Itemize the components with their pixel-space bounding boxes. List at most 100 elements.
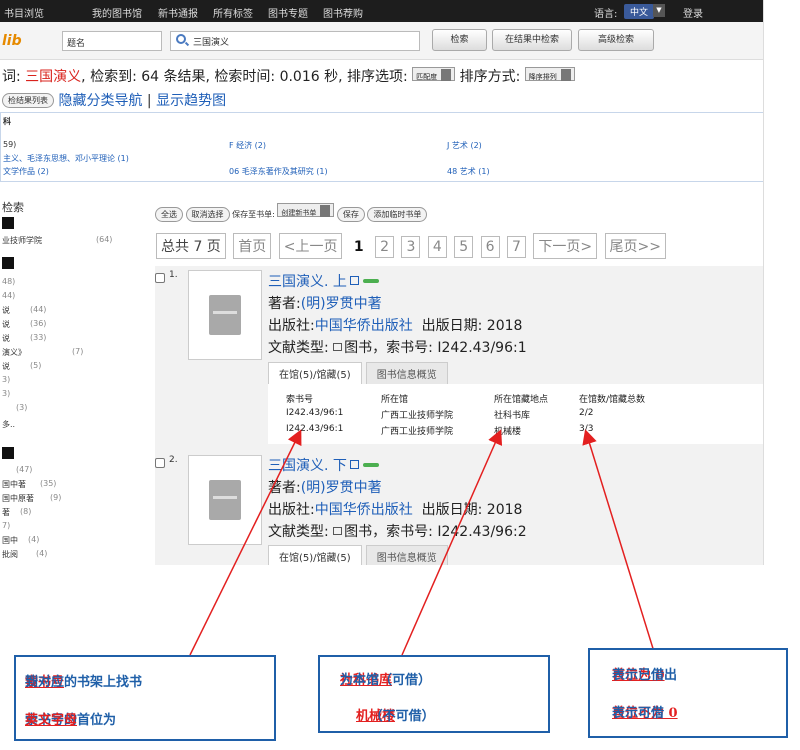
holdings-header: 索书号 bbox=[286, 395, 314, 405]
callno-label: 索书号: bbox=[386, 340, 433, 356]
facet-item[interactable]: 文学作品 (2) bbox=[3, 166, 49, 177]
holdings-cell: 2/2 bbox=[579, 408, 594, 418]
sidebar-more[interactable]: 多.. bbox=[2, 419, 15, 430]
advanced-search-button[interactable]: 高级检索 bbox=[578, 29, 654, 51]
sidebar-count: (8) bbox=[20, 507, 32, 516]
facet-title: 科 bbox=[3, 117, 11, 126]
item-tabs: 在馆(5)/馆藏(5) 图书信息概览 bbox=[268, 545, 452, 565]
sidebar-item[interactable]: 国中 bbox=[2, 535, 18, 546]
search-field-select[interactable]: 题名 bbox=[62, 31, 162, 51]
item-title[interactable]: 三国演义. 下 bbox=[268, 458, 347, 474]
sort-order-select[interactable]: 降序排列 bbox=[524, 67, 575, 81]
ann-highlight: 英文字母 bbox=[25, 713, 78, 728]
facet-item[interactable]: 主义、毛泽东思想、邓小平理论 (1) bbox=[3, 153, 129, 164]
sort-option-select[interactable]: 匹配度 bbox=[412, 67, 456, 81]
sort-order-value: 降序排列 bbox=[528, 73, 557, 81]
login-link[interactable]: 登录 bbox=[683, 5, 703, 20]
sidebar-item[interactable]: 著 bbox=[2, 507, 10, 518]
item-author[interactable]: (明)罗贯中著 bbox=[301, 296, 382, 312]
nav-new-books[interactable]: 新书通报 bbox=[158, 5, 198, 20]
item-publisher[interactable]: 中国华侨出版社 bbox=[315, 502, 413, 518]
sidebar-item[interactable]: 国中原著 bbox=[2, 493, 34, 504]
page-link[interactable]: 7 bbox=[506, 236, 526, 258]
booklist-select[interactable]: 创建新书单 bbox=[277, 203, 335, 217]
nav-my-library[interactable]: 我的图书馆 bbox=[92, 5, 142, 20]
sidebar-item[interactable]: 说 bbox=[2, 305, 10, 316]
sidebar-item[interactable]: 说 bbox=[2, 319, 10, 330]
item-callno: I242.43/96:2 bbox=[437, 524, 527, 540]
page-link[interactable]: 5 bbox=[454, 236, 474, 258]
item-checkbox[interactable] bbox=[155, 458, 165, 468]
sidebar-count: (9) bbox=[50, 493, 62, 502]
nav-tags[interactable]: 所有标签 bbox=[213, 5, 253, 20]
tab-overview[interactable]: 图书信息概览 bbox=[365, 362, 448, 385]
hide-nav-link[interactable]: 隐藏分类导航 bbox=[58, 93, 142, 109]
sidebar-item[interactable]: 3) bbox=[2, 375, 10, 384]
save-to-label: 保存至书单: bbox=[232, 210, 275, 219]
first-page-button[interactable]: 首页 bbox=[233, 233, 272, 259]
facet-item[interactable]: 48 艺术 (1) bbox=[447, 166, 490, 177]
book-icon bbox=[209, 295, 241, 335]
facet-item[interactable]: 59) bbox=[3, 140, 16, 149]
holdings-cell: I242.43/96:1 bbox=[286, 408, 344, 418]
facet-item[interactable]: J 艺术 (2) bbox=[447, 140, 482, 151]
select-all-button[interactable]: 全选 bbox=[155, 207, 183, 222]
item-checkbox[interactable] bbox=[155, 273, 165, 283]
page-link[interactable]: 4 bbox=[427, 236, 447, 258]
search-button[interactable]: 检索 bbox=[432, 29, 487, 51]
language-select[interactable]: 中文 bbox=[624, 4, 655, 19]
annotation-location: 社科书库 为本馆（可借） 机械楼 （不可借） bbox=[318, 655, 550, 733]
sidebar-item[interactable]: 演义》 bbox=[2, 347, 26, 358]
search-in-results-button[interactable]: 在结果中检索 bbox=[492, 29, 572, 51]
chevron-down-icon[interactable]: ▼ bbox=[653, 4, 665, 17]
deselect-button[interactable]: 取消选择 bbox=[185, 207, 230, 222]
next-page-button[interactable]: 下一页> bbox=[533, 233, 598, 259]
sidebar-item[interactable]: 44) bbox=[2, 291, 15, 300]
pagination: 总共 7 页 首页 <上一页 1 2 3 4 5 6 7 下一页> 尾页>> bbox=[156, 233, 669, 259]
date-label: 出版日期: bbox=[421, 318, 483, 334]
result-list-button[interactable]: 检结果列表 bbox=[2, 93, 54, 108]
sidebar-item[interactable]: 7) bbox=[2, 521, 10, 530]
sidebar-item[interactable]: 说 bbox=[2, 333, 10, 344]
prev-page-button[interactable]: <上一页 bbox=[278, 233, 343, 259]
tab-overview[interactable]: 图书信息概览 bbox=[365, 545, 448, 565]
item-author-line: 著者:(明)罗贯中著 bbox=[268, 293, 382, 313]
external-link-icon[interactable] bbox=[349, 276, 359, 285]
add-temp-list-button[interactable]: 添加临时书单 bbox=[367, 207, 428, 222]
facet-item[interactable]: F 经济 (2) bbox=[229, 140, 266, 151]
sidebar-count: (4) bbox=[36, 549, 48, 558]
sidebar-item[interactable]: 国中著 bbox=[2, 479, 26, 490]
tab-holdings[interactable]: 在馆(5)/馆藏(5) bbox=[268, 362, 362, 385]
tab-holdings[interactable]: 在馆(5)/馆藏(5) bbox=[268, 545, 362, 565]
results-stats: , 检索到: 64 条结果, 检索时间: 0.016 秒, 排序选项: bbox=[81, 69, 408, 85]
nav-topics[interactable]: 图书专题 bbox=[268, 5, 308, 20]
search-input[interactable]: 三国演义 bbox=[170, 31, 420, 51]
facet-item[interactable]: 06 毛泽东著作及其研究 (1) bbox=[229, 166, 328, 177]
search-icon bbox=[176, 34, 186, 44]
book-cover[interactable] bbox=[188, 270, 262, 360]
item-date: 2018 bbox=[486, 318, 523, 334]
show-trend-link[interactable]: 显示趋势图 bbox=[156, 93, 226, 109]
booklist-select-value: 创建新书单 bbox=[281, 209, 317, 217]
book-cover[interactable] bbox=[188, 455, 262, 545]
sidebar-item[interactable]: (3) bbox=[16, 403, 27, 412]
page-link[interactable]: 6 bbox=[480, 236, 500, 258]
save-button[interactable]: 保存 bbox=[336, 207, 365, 222]
sidebar-item[interactable]: 说 bbox=[2, 361, 10, 372]
page-link[interactable]: 2 bbox=[375, 236, 395, 258]
external-link-icon[interactable] bbox=[349, 460, 359, 469]
nav-recommend[interactable]: 图书荐购 bbox=[323, 5, 363, 20]
sidebar-item[interactable]: 批阅 bbox=[2, 549, 18, 560]
item-tabs: 在馆(5)/馆藏(5) 图书信息概览 bbox=[268, 362, 452, 385]
item-publisher[interactable]: 中国华侨出版社 bbox=[315, 318, 413, 334]
item-author[interactable]: (明)罗贯中著 bbox=[301, 480, 382, 496]
sidebar-count: (36) bbox=[30, 319, 47, 328]
item-title[interactable]: 三国演义. 上 bbox=[268, 274, 347, 290]
sidebar-item[interactable]: 业技师学院 bbox=[2, 235, 42, 246]
sidebar-item[interactable]: 48) bbox=[2, 277, 15, 286]
sidebar-count: (35) bbox=[40, 479, 57, 488]
last-page-button[interactable]: 尾页>> bbox=[604, 233, 667, 259]
nav-browse[interactable]: 书目浏览 bbox=[4, 5, 44, 20]
sidebar-item[interactable]: 3) bbox=[2, 389, 10, 398]
page-link[interactable]: 3 bbox=[401, 236, 421, 258]
